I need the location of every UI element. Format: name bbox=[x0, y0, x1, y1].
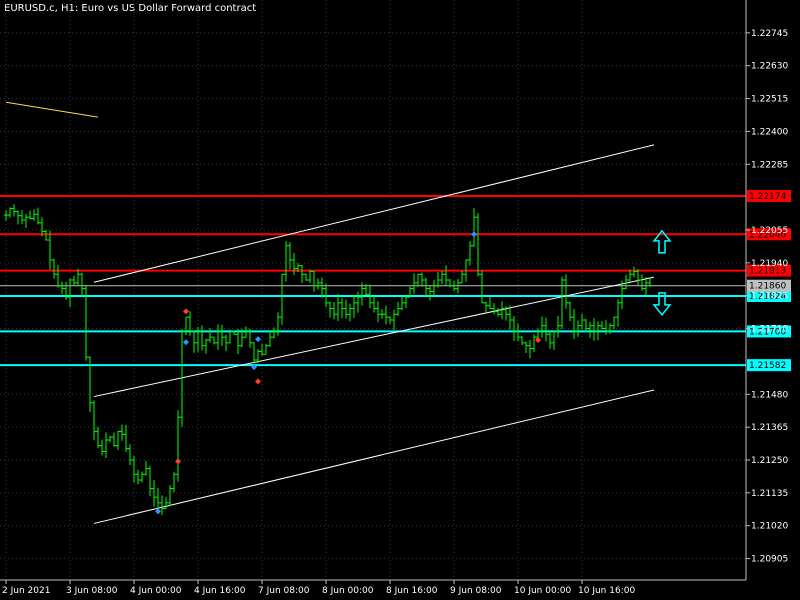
y-tick-label: 1.20905 bbox=[751, 555, 788, 565]
x-tick-label: 3 Jun 08:00 bbox=[66, 586, 118, 596]
channel-line[interactable] bbox=[93, 144, 655, 283]
x-tick-label: 4 Jun 16:00 bbox=[194, 586, 246, 596]
fractal-up-marker bbox=[535, 337, 541, 343]
fractal-down-marker bbox=[183, 339, 189, 346]
fractal-up-marker bbox=[175, 458, 181, 465]
fractal-up-marker bbox=[255, 378, 261, 385]
horizontal-levels[interactable]: 1.221741.220401.219131.218241.217001.215… bbox=[0, 190, 791, 372]
y-tick-label: 1.21710 bbox=[751, 325, 788, 335]
price-chart[interactable]: 1.221741.220401.219131.218241.217001.215… bbox=[0, 0, 800, 600]
x-tick-label: 10 Jun 16:00 bbox=[578, 586, 635, 596]
y-tick-label: 1.21135 bbox=[751, 489, 788, 499]
y-tick-label: 1.21020 bbox=[751, 522, 788, 532]
y-tick-label: 1.21365 bbox=[751, 423, 788, 433]
x-tick-label: 9 Jun 08:00 bbox=[450, 586, 502, 596]
x-tick-label: 4 Jun 00:00 bbox=[130, 586, 182, 596]
trend-line-yellow[interactable] bbox=[5, 101, 99, 118]
x-tick-label: 8 Jun 00:00 bbox=[322, 586, 374, 596]
y-tick-label: 1.22745 bbox=[751, 29, 788, 39]
x-tick-label: 10 Jun 00:00 bbox=[514, 586, 571, 596]
x-tick-label: 8 Jun 16:00 bbox=[386, 586, 438, 596]
level-price-label: 1.21582 bbox=[749, 361, 786, 371]
bid-price-label: 1.21860 bbox=[749, 282, 786, 292]
y-tick-label: 1.22630 bbox=[751, 62, 788, 72]
candles bbox=[4, 204, 652, 515]
level-price-label: 1.22174 bbox=[749, 192, 786, 202]
grid bbox=[0, 0, 746, 580]
time-axis: 2 Jun 2021 3 Jun 08:00 4 Jun 00:00 4 Jun 16… bbox=[0, 579, 746, 596]
fractal-down-marker bbox=[255, 336, 261, 343]
y-tick-label: 1.22515 bbox=[751, 95, 788, 105]
y-tick-label: 1.22400 bbox=[751, 127, 788, 137]
y-tick-label: 1.22285 bbox=[751, 160, 788, 170]
y-tick-label: 1.21825 bbox=[751, 292, 788, 302]
x-tick-label: 7 Jun 08:00 bbox=[258, 586, 310, 596]
y-tick-label: 1.22055 bbox=[751, 226, 788, 236]
y-tick-label: 1.21940 bbox=[751, 259, 788, 269]
markers bbox=[155, 229, 672, 515]
y-tick-label: 1.21480 bbox=[751, 390, 788, 400]
fractal-up-marker bbox=[183, 308, 189, 315]
fractal-down-marker bbox=[471, 231, 477, 238]
chart-window[interactable]: EURUSD.c, H1: Euro vs US Dollar Forward … bbox=[0, 0, 800, 600]
x-tick-label: 2 Jun 2021 bbox=[2, 586, 50, 596]
fractal-down-marker bbox=[155, 508, 161, 515]
y-tick-label: 1.21250 bbox=[751, 456, 788, 466]
